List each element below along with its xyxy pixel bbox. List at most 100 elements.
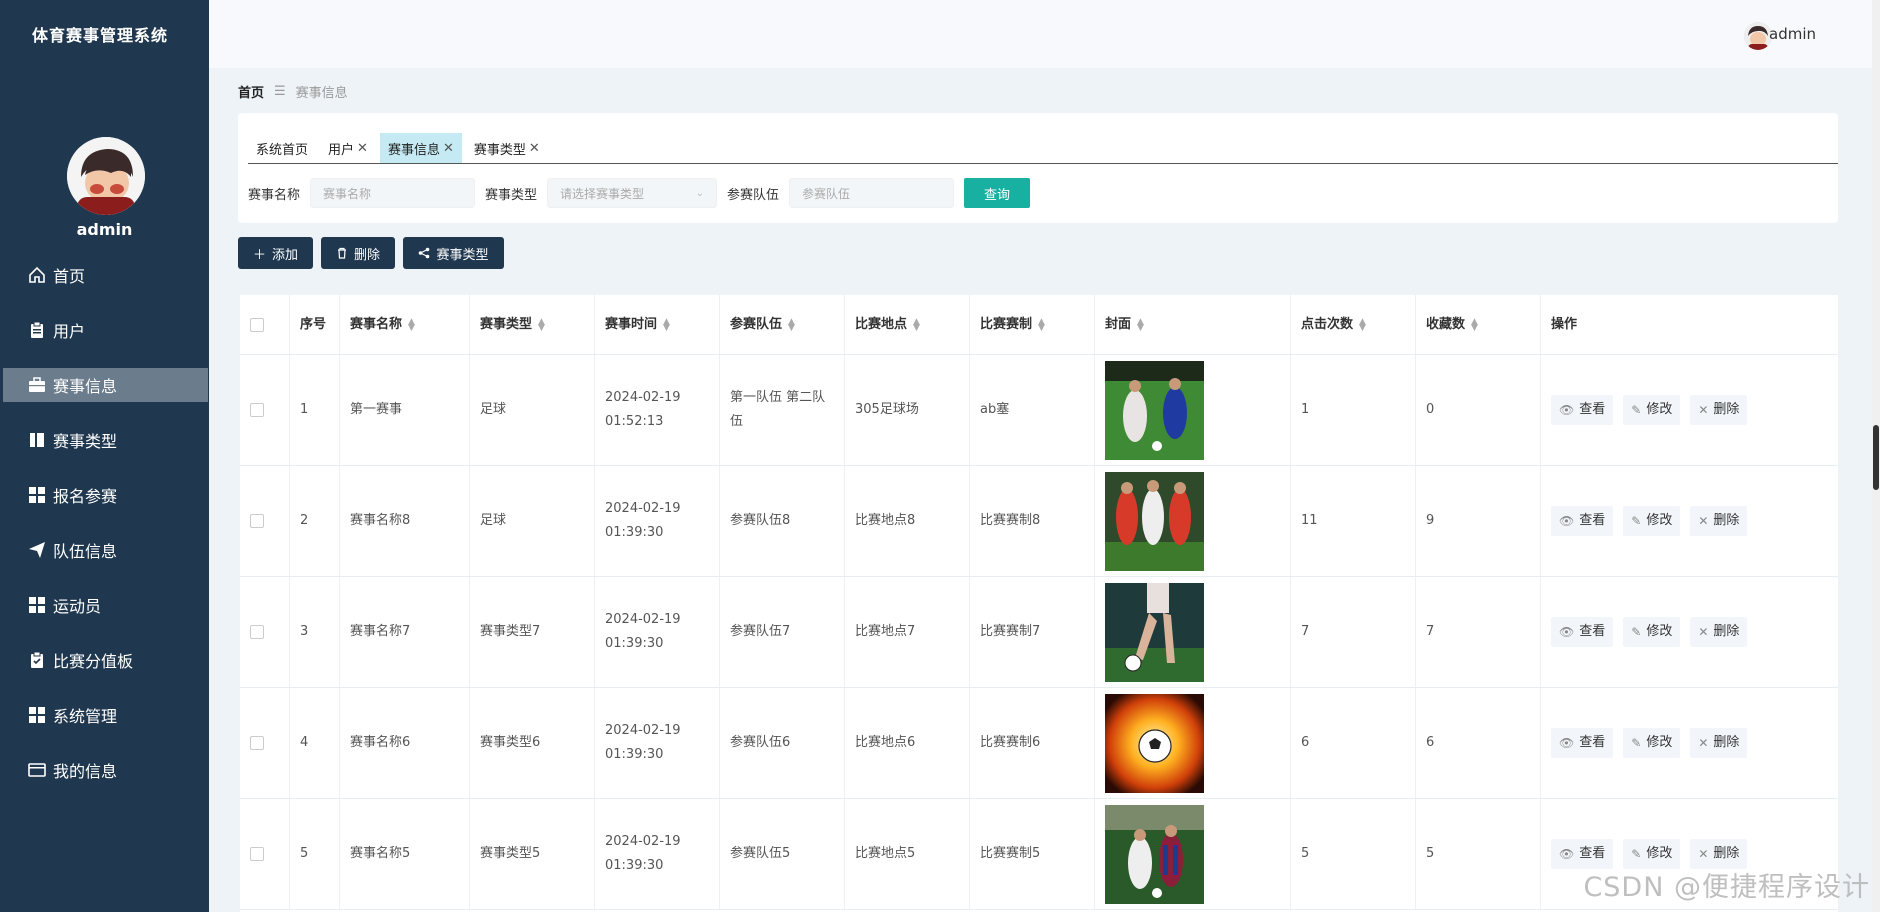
cell-place: 305足球场 [845,355,970,465]
toolbar: ＋ 添加 删除 赛事类型 [238,237,512,269]
event-type-placeholder: 请选择赛事类型 [560,186,645,201]
edit-button[interactable]: ✎ 修改 [1623,506,1681,536]
tab-events[interactable]: 赛事信息 ✕ [379,133,462,163]
add-button[interactable]: ＋ 添加 [238,237,313,269]
edit-icon: ✎ [1631,847,1642,861]
cover-image[interactable] [1105,804,1204,904]
sort-icon[interactable]: ▲ ▼ [408,317,415,332]
cell-no: 2 [290,466,340,576]
edit-label: 修改 [1646,624,1673,639]
header-label: 赛事名称 [350,316,403,332]
sort-icon[interactable]: ▲ ▼ [1359,317,1366,332]
sidebar-item-athletes[interactable]: 运动员 [3,588,208,622]
header-label: 序号 [300,316,327,332]
delete-button[interactable]: 删除 [321,237,395,269]
row-checkbox[interactable] [250,403,264,417]
row-checkbox[interactable] [250,514,264,528]
delete-row-button[interactable]: ✕ 删除 [1690,395,1748,425]
cell-team: 参赛队伍7 [720,577,845,687]
edit-button[interactable]: ✎ 修改 [1623,617,1681,647]
row-checkbox[interactable] [250,625,264,639]
sort-icon[interactable]: ▲ ▼ [1038,317,1045,332]
view-button[interactable]: 👁 查看 [1551,728,1614,758]
sidebar-item-system[interactable]: 系统管理 [3,698,208,732]
header-label: 赛事时间 [605,316,658,332]
eye-icon: 👁 [1559,625,1575,639]
view-button[interactable]: 👁 查看 [1551,395,1614,425]
sort-icon[interactable]: ▲ ▼ [1137,317,1144,332]
breadcrumb-home[interactable]: 首页 [238,82,264,101]
sidebar-item-events[interactable]: 赛事信息 [3,368,208,402]
user-avatar[interactable] [1744,22,1772,50]
tab-users[interactable]: 用户 ✕ [320,133,376,163]
sidebar-item-home[interactable]: 首页 [3,258,208,292]
cell-type: 足球 [470,355,595,465]
col-clicks[interactable]: 点击次数 ▲ ▼ [1291,295,1416,354]
cell-actions: 👁 查看 ✎ 修改 ✕ 删除 [1541,355,1838,465]
cover-image[interactable] [1105,693,1204,793]
sort-icon[interactable]: ▲ ▼ [1471,317,1478,332]
select-all-checkbox[interactable] [250,317,264,332]
sort-icon[interactable]: ▲ ▼ [538,317,545,332]
avatar[interactable] [67,137,145,215]
delete-row-button[interactable]: ✕ 删除 [1690,617,1748,647]
events-table: 序号 赛事名称 ▲ ▼ 赛事类型 ▲ ▼ 赛事时间 ▲ ▼ 参赛队伍 ▲ ▼ 比赛地点 ▲ ▼ 比赛… [240,295,1838,912]
scrollbar-thumb[interactable] [1873,425,1879,490]
tab-system-home[interactable]: 系统首页 [248,133,316,163]
sidebar-item-event-types[interactable]: 赛事类型 [3,423,208,457]
sidebar-menu: 首页 用户 赛事信息 赛事类型 报名参赛 队伍信息 运动员 比赛分值板 系统管理… [3,258,208,808]
row-checkbox[interactable] [250,736,264,750]
cell-format: 比赛赛制7 [970,577,1095,687]
sort-icon[interactable]: ▲ ▼ [913,317,920,332]
view-button[interactable]: 👁 查看 [1551,506,1614,536]
vertical-scrollbar[interactable] [1872,0,1880,912]
cell-time: 2024-02-19 01:39:30 [595,688,720,798]
edit-button[interactable]: ✎ 修改 [1623,395,1681,425]
row-checkbox[interactable] [250,847,264,861]
event-type-button[interactable]: 赛事类型 [403,237,504,269]
query-button[interactable]: 查询 [964,178,1031,208]
sidebar-item-registration[interactable]: 报名参赛 [3,478,208,512]
col-cover[interactable]: 封面 ▲ ▼ [1095,295,1291,354]
col-place[interactable]: 比赛地点 ▲ ▼ [845,295,970,354]
delete-label: 删除 [1713,846,1740,861]
grid-icon [27,595,47,615]
event-name-placeholder: 赛事名称 [323,186,372,201]
book-icon [27,430,47,450]
col-time[interactable]: 赛事时间 ▲ ▼ [595,295,720,354]
delete-row-button[interactable]: ✕ 删除 [1690,728,1748,758]
header-username[interactable]: admin [1769,25,1816,43]
col-name[interactable]: 赛事名称 ▲ ▼ [340,295,470,354]
edit-button[interactable]: ✎ 修改 [1623,728,1681,758]
breadcrumb-current: 赛事信息 [295,86,348,101]
event-name-input[interactable]: 赛事名称 [310,178,476,208]
cell-actions: 👁 查看 ✎ 修改 ✕ 删除 [1541,466,1838,576]
cover-image[interactable] [1105,582,1204,682]
col-type[interactable]: 赛事类型 ▲ ▼ [470,295,595,354]
close-icon[interactable]: ✕ [529,141,540,156]
close-icon[interactable]: ✕ [443,141,454,156]
sort-icon[interactable]: ▲ ▼ [663,317,670,332]
view-button[interactable]: 👁 查看 [1551,617,1614,647]
event-type-select[interactable]: 请选择赛事类型 ⌄ [547,178,718,208]
add-label: 添加 [272,247,299,263]
sidebar-item-label: 运动员 [53,597,102,616]
col-favs[interactable]: 收藏数 ▲ ▼ [1416,295,1541,354]
sidebar-item-users[interactable]: 用户 [3,313,208,347]
header-label: 比赛赛制 [980,316,1033,332]
close-icon: ✕ [1698,514,1709,528]
col-format[interactable]: 比赛赛制 ▲ ▼ [970,295,1095,354]
tab-label: 系统首页 [256,142,309,158]
tab-label: 赛事类型 [473,142,526,158]
col-team[interactable]: 参赛队伍 ▲ ▼ [720,295,845,354]
sort-icon[interactable]: ▲ ▼ [788,317,795,332]
delete-row-button[interactable]: ✕ 删除 [1690,506,1748,536]
sidebar-item-my-info[interactable]: 我的信息 [3,753,208,787]
cover-image[interactable] [1105,471,1204,571]
sidebar-item-teams[interactable]: 队伍信息 [3,533,208,567]
sidebar-item-scoreboard[interactable]: 比赛分值板 [3,643,208,677]
team-input[interactable]: 参赛队伍 [789,178,955,208]
close-icon[interactable]: ✕ [357,141,368,156]
cover-image[interactable] [1105,360,1204,460]
tab-event-types[interactable]: 赛事类型 ✕ [466,133,548,163]
